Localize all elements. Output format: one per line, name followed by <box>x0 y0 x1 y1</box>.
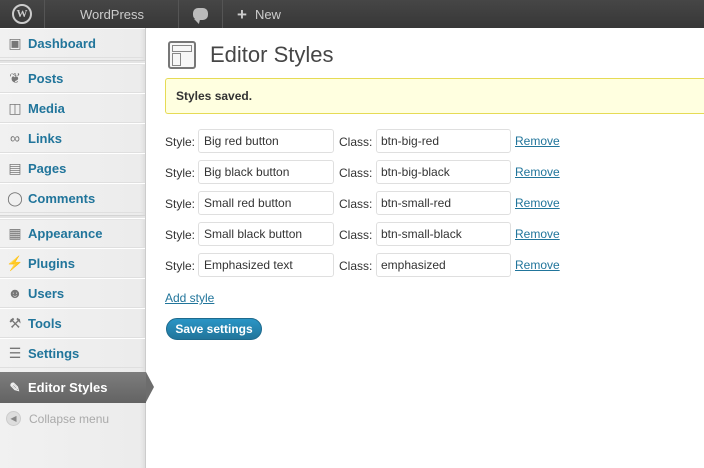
new-label: New <box>254 6 281 22</box>
dashboard-icon: ▣ <box>8 34 22 51</box>
styles-saved-notice: Styles saved. <box>165 78 704 114</box>
class-label: Class: <box>339 259 373 273</box>
style-name-input[interactable] <box>198 191 334 215</box>
style-row: Style: Class: Remove <box>165 160 585 184</box>
media-icon: ◫ <box>8 99 22 116</box>
menu-item-settings[interactable]: ☰ Settings <box>0 338 145 368</box>
remove-link[interactable]: Remove <box>515 165 560 179</box>
style-label: Style: <box>165 259 196 273</box>
link-icon: ∞ <box>10 130 20 146</box>
class-label: Class: <box>339 197 373 211</box>
site-name-label: WordPress <box>79 6 145 22</box>
remove-link[interactable]: Remove <box>515 258 560 272</box>
menu-item-appearance[interactable]: ▦ Appearance <box>0 218 145 248</box>
collapse-menu-label: Collapse menu <box>29 411 110 426</box>
menu-item-plugins[interactable]: ⚡ Plugins <box>0 248 145 278</box>
style-name-input[interactable] <box>198 129 334 153</box>
wordpress-logo-menu[interactable]: W <box>0 0 45 28</box>
menu-item-label: Pages <box>28 160 67 176</box>
comment-bubble-icon <box>193 8 208 20</box>
users-icon: ☻ <box>7 285 23 301</box>
style-row: Style: Class: Remove <box>165 222 585 246</box>
collapse-arrow-icon: ◀ <box>6 411 21 426</box>
menu-item-label: Plugins <box>28 255 75 271</box>
menu-item-label: Media <box>28 100 65 116</box>
class-name-input[interactable] <box>376 253 511 277</box>
style-name-input[interactable] <box>198 160 334 184</box>
notice-text: Styles saved. <box>176 89 253 103</box>
menu-item-tools[interactable]: ⚒ Tools <box>0 308 145 338</box>
add-style-link[interactable]: Add style <box>165 291 214 305</box>
page-icon: ▤ <box>8 159 22 176</box>
site-name-link[interactable]: WordPress <box>45 0 179 28</box>
class-name-input[interactable] <box>376 160 511 184</box>
remove-link[interactable]: Remove <box>515 196 560 210</box>
new-content-menu[interactable]: + New <box>223 0 291 28</box>
menu-item-pages[interactable]: ▤ Pages <box>0 153 145 183</box>
pushpin-icon: ❦ <box>9 69 21 86</box>
style-label: Style: <box>165 228 196 242</box>
menu-item-label: Links <box>28 130 62 146</box>
menu-item-label: Dashboard <box>28 35 96 51</box>
style-label: Style: <box>165 166 196 180</box>
menu-item-label: Settings <box>28 345 80 361</box>
editor-styles-page-icon <box>168 41 196 69</box>
style-row: Style: Class: Remove <box>165 129 585 153</box>
menu-item-comments[interactable]: ◯ Comments <box>0 183 145 213</box>
menu-item-users[interactable]: ☻ Users <box>0 278 145 308</box>
save-settings-button[interactable]: Save settings <box>166 318 262 340</box>
menu-item-dashboard[interactable]: ▣ Dashboard <box>0 28 145 58</box>
tools-icon: ⚒ <box>8 314 22 331</box>
menu-item-label: Tools <box>28 315 62 331</box>
menu-item-links[interactable]: ∞ Links <box>0 123 145 153</box>
class-label: Class: <box>339 135 373 149</box>
appearance-icon: ▦ <box>8 224 22 241</box>
settings-icon: ☰ <box>8 344 22 361</box>
menu-item-media[interactable]: ◫ Media <box>0 93 145 123</box>
menu-item-label: Editor Styles <box>28 380 108 395</box>
remove-link[interactable]: Remove <box>515 134 560 148</box>
class-label: Class: <box>339 166 373 180</box>
admin-bar: W WordPress + New <box>0 0 704 28</box>
menu-item-editor-styles[interactable]: ✎ Editor Styles <box>0 372 154 403</box>
class-name-input[interactable] <box>376 129 511 153</box>
wordpress-logo-icon: W <box>12 4 32 24</box>
style-row: Style: Class: Remove <box>165 253 585 277</box>
comment-icon: ◯ <box>7 189 23 206</box>
menu-item-posts[interactable]: ❦ Posts <box>0 63 145 93</box>
plugin-icon: ⚡ <box>6 254 24 271</box>
menu-item-label: Comments <box>28 190 96 206</box>
style-row: Style: Class: Remove <box>165 191 585 215</box>
style-label: Style: <box>165 197 196 211</box>
comments-link[interactable] <box>179 0 223 28</box>
style-name-input[interactable] <box>198 253 334 277</box>
page-title: Editor Styles <box>210 42 334 67</box>
style-name-input[interactable] <box>198 222 334 246</box>
class-name-input[interactable] <box>376 191 511 215</box>
style-label: Style: <box>165 135 196 149</box>
menu-item-label: Posts <box>28 70 64 86</box>
editor-styles-icon: ✎ <box>9 379 21 395</box>
remove-link[interactable]: Remove <box>515 227 560 241</box>
class-name-input[interactable] <box>376 222 511 246</box>
admin-menu: ▣ Dashboard ❦ Posts ◫ Media ∞ Links ▤ Pa… <box>0 28 154 468</box>
collapse-menu-button[interactable]: ◀ Collapse menu <box>6 411 109 426</box>
menu-item-label: Users <box>28 285 65 301</box>
menu-item-label: Appearance <box>28 225 103 241</box>
class-label: Class: <box>339 228 373 242</box>
plus-icon: + <box>237 4 247 24</box>
